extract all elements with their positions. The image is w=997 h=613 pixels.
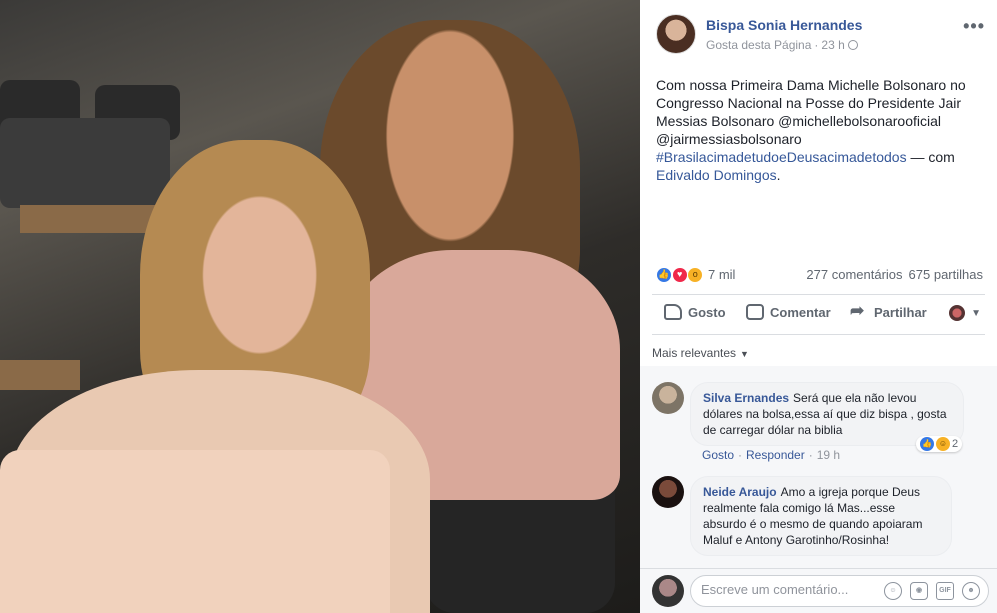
comment-composer: ☺ ◉ GIF ☻ <box>640 568 997 613</box>
like-label: Gosto <box>688 304 726 320</box>
haha-reaction-icon: ☺ <box>936 437 950 451</box>
reactions-row: 👍 ♥ o 7 mil 277 comentários 675 partilhas <box>656 264 983 286</box>
composer-tools: ☺ ◉ GIF ☻ <box>884 582 980 600</box>
sort-label: Mais relevantes <box>652 346 737 360</box>
meta-separator: · <box>814 38 819 52</box>
post-body: Com nossa Primeira Dama Michelle Bolsona… <box>656 77 966 147</box>
reaction-count[interactable]: 7 mil <box>708 267 735 282</box>
avatar <box>949 305 966 321</box>
love-reaction-icon: ♥ <box>671 266 688 283</box>
tagged-user-link[interactable]: Edivaldo Domingos <box>656 167 777 183</box>
footer-separator: · <box>808 448 813 462</box>
person-left-dress <box>0 450 390 613</box>
comment-bubble-icon <box>746 304 764 320</box>
share-label: Partilhar <box>874 304 927 320</box>
post-actions: Gosto Comentar Partilhar ▼ <box>652 296 985 332</box>
chair-shape <box>0 118 170 208</box>
like-reaction-icon: 👍 <box>656 266 672 283</box>
comment-button[interactable]: Comentar <box>746 304 831 320</box>
comments-list: Silva Ernandes Será que ela não levou dól… <box>640 366 997 568</box>
comment-bubble: Neide Araujo Amo a igreja porque Deus rea… <box>690 476 952 556</box>
comment-input-box[interactable]: ☺ ◉ GIF ☻ <box>690 575 989 607</box>
commenter-name[interactable]: Neide Araujo <box>703 485 777 499</box>
chevron-down-icon: ▼ <box>971 307 981 319</box>
more-icon[interactable]: ••• <box>963 16 985 37</box>
with-prefix: — com <box>906 149 955 165</box>
share-arrow-icon <box>850 301 868 321</box>
commenter-name[interactable]: Silva Ernandes <box>703 391 789 405</box>
comment-count[interactable]: 277 comentários <box>806 267 902 282</box>
comment-time[interactable]: 19 h <box>817 448 840 462</box>
comment-sort[interactable]: Mais relevantes ▼ <box>652 346 749 360</box>
post-text: Com nossa Primeira Dama Michelle Bolsona… <box>656 76 986 184</box>
post-time[interactable]: 23 h <box>821 38 844 52</box>
footer-separator: · <box>738 448 743 462</box>
thumb-up-icon <box>664 304 682 320</box>
comment-like-link[interactable]: Gosto <box>702 448 734 462</box>
gif-icon[interactable]: GIF <box>936 582 954 600</box>
share-button[interactable]: Partilhar <box>850 301 927 321</box>
camera-icon[interactable]: ◉ <box>910 582 928 600</box>
comment-item: Neide Araujo Amo a igreja porque Deus rea… <box>652 476 985 568</box>
hashtag-link[interactable]: #BrasilacimadetudoeDeusacimadetodos <box>656 149 907 165</box>
sticker-icon[interactable]: ☻ <box>962 582 980 600</box>
post-header: Bispa Sonia Hernandes Gosta desta Página… <box>656 14 985 56</box>
comment-item: Silva Ernandes Será que ela não levou dól… <box>652 382 985 472</box>
divider <box>652 294 985 295</box>
divider <box>652 334 985 335</box>
post-meta: Gosta desta Página · 23 h <box>706 38 858 52</box>
emoji-icon[interactable]: ☺ <box>884 582 902 600</box>
share-count[interactable]: 675 partilhas <box>909 267 983 282</box>
post-photo[interactable] <box>0 0 640 613</box>
desk-shape <box>0 360 80 390</box>
author-name[interactable]: Bispa Sonia Hernandes <box>706 17 862 33</box>
post-panel: Bispa Sonia Hernandes Gosta desta Página… <box>640 0 997 613</box>
tagged-suffix: . <box>776 167 781 183</box>
comment-reply-link[interactable]: Responder <box>746 448 805 462</box>
reaction-icons[interactable]: 👍 ♥ o <box>656 266 704 283</box>
reaction-as-selector[interactable]: ▼ <box>949 305 981 321</box>
like-reaction-icon: 👍 <box>920 437 934 451</box>
commenter-avatar[interactable] <box>652 476 684 508</box>
comment-footer: Gosto · Responder · 19 h <box>702 448 840 462</box>
like-button[interactable]: Gosto <box>664 304 726 320</box>
chevron-down-icon: ▼ <box>740 349 749 359</box>
wow-reaction-icon: o <box>687 266 704 283</box>
commenter-avatar[interactable] <box>652 382 684 414</box>
engagement-counts: 277 comentários 675 partilhas <box>806 267 983 282</box>
author-avatar[interactable] <box>656 14 696 54</box>
comment-label: Comentar <box>770 304 831 320</box>
comment-input[interactable] <box>701 582 881 597</box>
follow-link[interactable]: Gosta desta Página <box>706 38 811 52</box>
comment-reaction-count: 2 <box>952 438 959 450</box>
comment-reactions[interactable]: 👍 ☺ 2 <box>916 436 963 452</box>
globe-icon <box>847 40 858 50</box>
avatar <box>652 575 684 607</box>
